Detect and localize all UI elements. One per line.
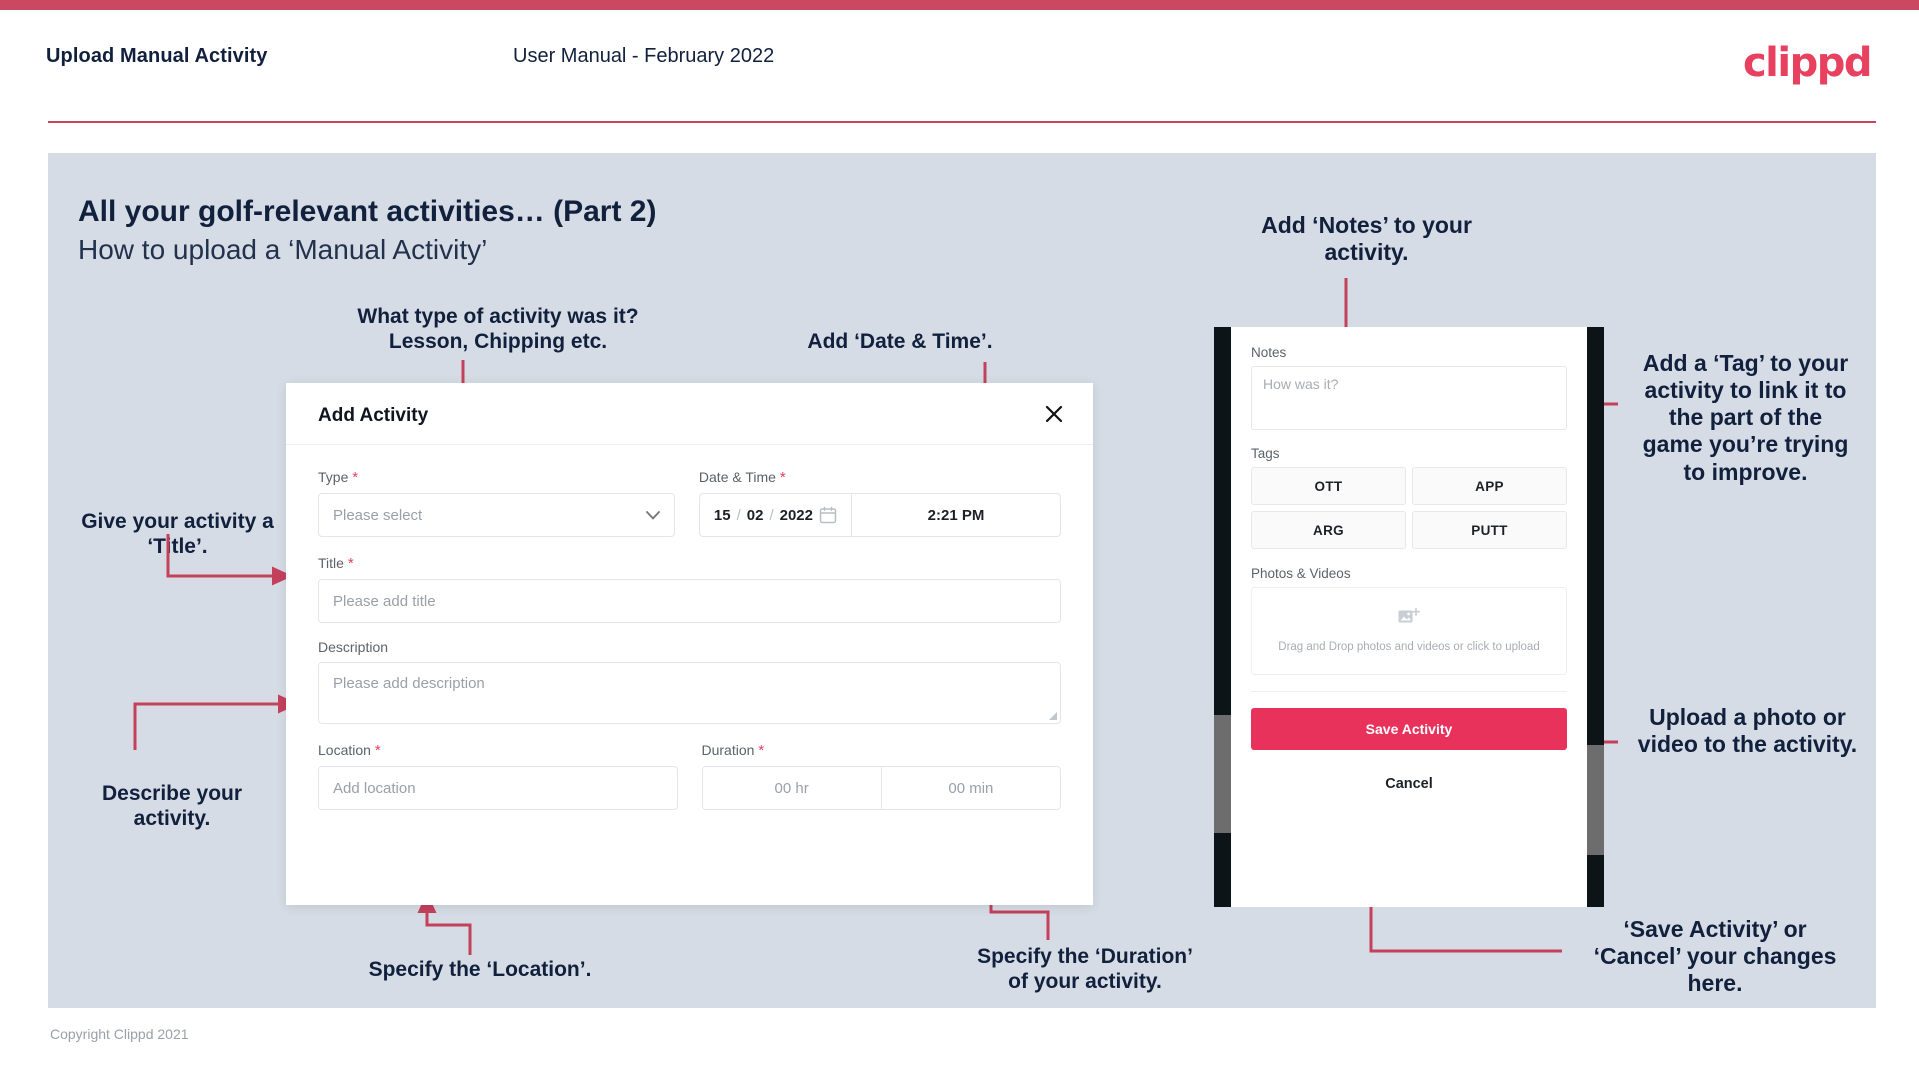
tag-app[interactable]: APP xyxy=(1412,467,1567,505)
duration-field-group: Duration * 00 hr 00 min xyxy=(701,742,1062,810)
annotation-duration: Specify the ‘Duration’ of your activity. xyxy=(977,945,1193,993)
save-activity-button[interactable]: Save Activity xyxy=(1251,708,1567,750)
annotation-notes: Add ‘Notes’ to your activity. xyxy=(1261,212,1472,266)
duration-hours-input[interactable]: 00 hr xyxy=(703,767,882,809)
time-input[interactable]: 2:21 PM xyxy=(852,494,1060,536)
title-field-group: Title * Please add title xyxy=(318,555,1061,623)
location-label-text: Location xyxy=(318,742,371,758)
tag-ott[interactable]: OTT xyxy=(1251,467,1406,505)
annotation-type: What type of activity was it? Lesson, Ch… xyxy=(357,305,639,353)
annotation-tags: Add a ‘Tag’ to your activity to link it … xyxy=(1642,350,1849,485)
phone-mockup: Notes How was it? Tags OTT APP ARG PUTT … xyxy=(1214,327,1604,907)
notes-textarea[interactable]: How was it? xyxy=(1251,366,1567,430)
duration-input-group: 00 hr 00 min xyxy=(701,766,1061,810)
date-input[interactable]: 15 / 02 / 2022 xyxy=(700,494,852,536)
duration-label: Duration * xyxy=(702,742,1062,759)
notes-placeholder: How was it? xyxy=(1263,376,1339,392)
tags-label: Tags xyxy=(1251,446,1280,461)
title-label-text: Title xyxy=(318,555,344,571)
annotation-datetime: Add ‘Date & Time’. xyxy=(807,330,993,353)
tag-putt[interactable]: PUTT xyxy=(1412,511,1567,549)
phone-screen: Notes How was it? Tags OTT APP ARG PUTT … xyxy=(1231,327,1587,907)
duration-minutes-input[interactable]: 00 min xyxy=(882,767,1060,809)
top-accent-bar xyxy=(0,0,1919,10)
datetime-input-group: 15 / 02 / 2022 2:21 PM xyxy=(698,493,1061,537)
description-label: Description xyxy=(318,639,389,655)
description-field-group: Description Please add description xyxy=(318,639,1061,724)
date-sep-1: / xyxy=(736,506,741,524)
title-input[interactable]: Please add title xyxy=(318,579,1061,623)
location-required-marker: * xyxy=(374,742,381,759)
page-title: Upload Manual Activity xyxy=(46,45,268,67)
annotation-description: Describe your activity. xyxy=(101,782,243,830)
datetime-label: Date & Time * xyxy=(699,469,1061,486)
date-month: 02 xyxy=(746,506,764,524)
description-placeholder: Please add description xyxy=(333,675,485,692)
duration-label-text: Duration xyxy=(701,742,755,758)
title-label: Title * xyxy=(318,555,1061,572)
calendar-icon[interactable] xyxy=(819,506,837,524)
close-icon[interactable] xyxy=(1037,397,1071,431)
tag-arg[interactable]: ARG xyxy=(1251,511,1406,549)
cancel-button[interactable]: Cancel xyxy=(1251,776,1567,792)
phone-divider xyxy=(1251,691,1567,692)
slide-page: Upload Manual Activity User Manual - Feb… xyxy=(0,0,1919,1079)
location-placeholder: Add location xyxy=(333,779,416,797)
type-label-text: Type xyxy=(318,469,349,485)
slide-subheading: How to upload a ‘Manual Activity’ xyxy=(78,234,488,265)
title-required-marker: * xyxy=(347,555,354,572)
slide-heading: All your golf-relevant activities… (Part… xyxy=(78,195,657,228)
annotation-title: Give your activity a ‘Title’. xyxy=(81,510,274,558)
photos-videos-label: Photos & Videos xyxy=(1251,566,1351,581)
description-textarea[interactable]: Please add description xyxy=(318,662,1061,724)
phone-power-button-right xyxy=(1587,745,1604,855)
tags-group: OTT APP ARG PUTT xyxy=(1251,467,1567,549)
add-image-icon xyxy=(1398,607,1421,632)
dialog-title: Add Activity xyxy=(318,405,429,426)
dropzone-text: Drag and Drop photos and videos or click… xyxy=(1278,640,1540,653)
date-sep-2: / xyxy=(769,506,774,524)
datetime-required-marker: * xyxy=(779,469,786,486)
chevron-down-icon xyxy=(646,507,660,523)
dialog-header: Add Activity xyxy=(286,383,1093,445)
location-field-group: Location * Add location xyxy=(318,742,678,810)
type-label: Type * xyxy=(318,469,675,486)
type-required-marker: * xyxy=(352,469,359,486)
annotation-save: ‘Save Activity’ or ‘Cancel’ your changes… xyxy=(1593,916,1837,997)
date-year: 2022 xyxy=(779,506,813,524)
location-label: Location * xyxy=(318,742,678,759)
datetime-field-group: Date & Time * 15 / 02 / 2022 2:21 PM xyxy=(698,469,1061,537)
notes-label: Notes xyxy=(1251,345,1287,360)
title-placeholder: Please add title xyxy=(333,592,436,610)
phone-volume-button-left xyxy=(1214,715,1231,833)
type-placeholder: Please select xyxy=(333,506,423,524)
clippd-logo: clippd xyxy=(1742,40,1873,86)
photo-dropzone[interactable]: Drag and Drop photos and videos or click… xyxy=(1251,587,1567,675)
annotation-location: Specify the ‘Location’. xyxy=(368,958,592,981)
date-day: 15 xyxy=(713,506,731,524)
annotation-upload: Upload a photo or video to the activity. xyxy=(1637,704,1858,758)
location-input[interactable]: Add location xyxy=(318,766,678,810)
dialog-body: Type * Please select Date & Time * 15 / … xyxy=(286,445,1093,810)
datetime-label-text: Date & Time xyxy=(698,469,776,485)
copyright-text: Copyright Clippd 2021 xyxy=(50,1026,189,1042)
duration-required-marker: * xyxy=(758,742,765,759)
add-activity-dialog: Add Activity Type * Please select Date &… xyxy=(286,383,1093,905)
page-subtitle: User Manual - February 2022 xyxy=(513,45,775,67)
header-divider xyxy=(48,121,1876,123)
type-select[interactable]: Please select xyxy=(318,493,675,537)
type-field-group: Type * Please select xyxy=(318,469,675,537)
